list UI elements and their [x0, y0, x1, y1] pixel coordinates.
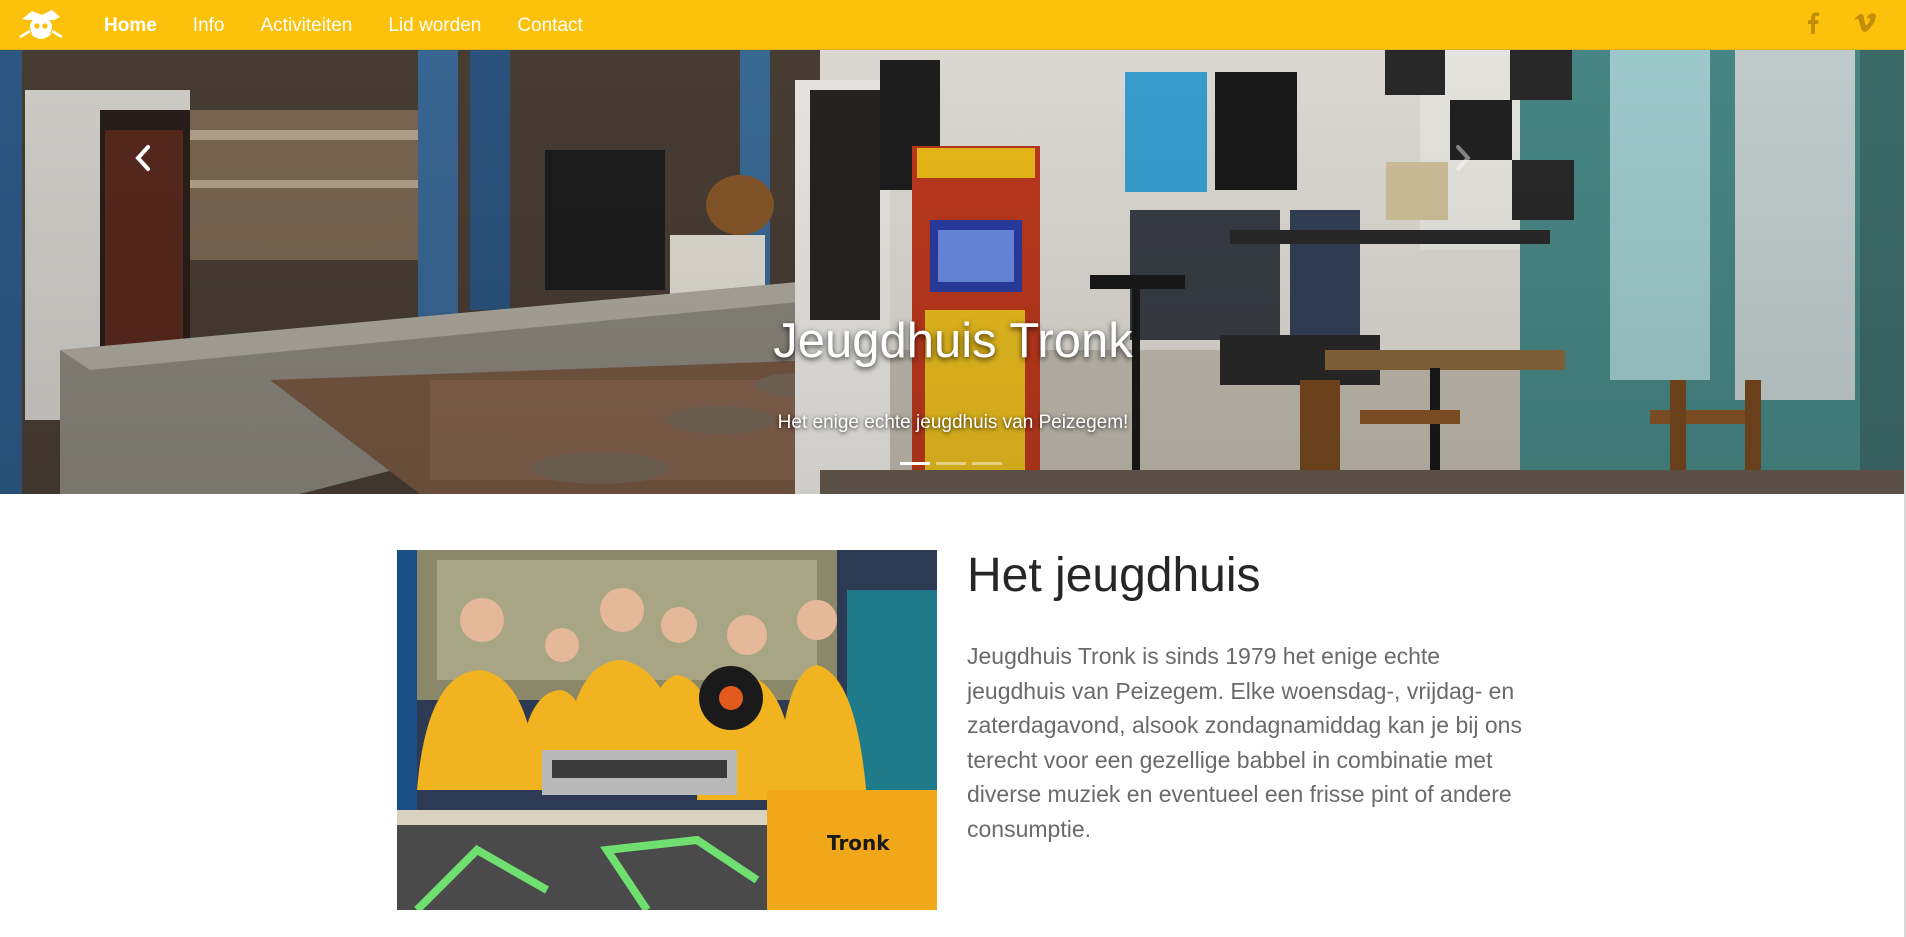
pirate-skull-logo-icon[interactable]	[18, 5, 64, 43]
chevron-left-icon	[135, 145, 150, 171]
nav-item-info[interactable]: Info	[175, 0, 243, 50]
hero-subtitle: Het enige echte jeugdhuis van Peizegem!	[777, 412, 1129, 433]
hero-title: Jeugdhuis Tronk	[773, 314, 1133, 368]
carousel-next-control[interactable]	[1438, 98, 1488, 218]
top-navbar: Home Info Activiteiten Lid worden Contac…	[0, 0, 1906, 50]
carousel-indicator[interactable]	[936, 462, 966, 465]
carousel-indicator[interactable]	[972, 462, 1002, 465]
nav-item-home[interactable]: Home	[86, 0, 175, 50]
carousel-prev-control[interactable]	[118, 98, 168, 218]
section-title: Het jeugdhuis	[967, 549, 1261, 602]
nav-item-contact[interactable]: Contact	[499, 0, 600, 50]
team-photo: Tronk	[397, 550, 937, 910]
nav-item-lid-worden[interactable]: Lid worden	[370, 0, 499, 50]
main-nav: Home Info Activiteiten Lid worden Contac…	[86, 0, 601, 50]
nav-item-activiteiten[interactable]: Activiteiten	[243, 0, 371, 50]
section-body: Jeugdhuis Tronk is sinds 1979 het enige …	[967, 643, 1522, 842]
facebook-icon[interactable]	[1800, 10, 1826, 36]
vimeo-icon[interactable]	[1852, 10, 1878, 36]
hero-carousel: Jeugdhuis Tronk Het enige echte jeugdhui…	[0, 50, 1906, 494]
carousel-indicator[interactable]	[900, 462, 930, 465]
svg-text:Tronk: Tronk	[827, 831, 890, 855]
carousel-indicators	[900, 462, 1002, 465]
chevron-right-icon	[1456, 145, 1471, 171]
social-links	[1800, 10, 1878, 36]
